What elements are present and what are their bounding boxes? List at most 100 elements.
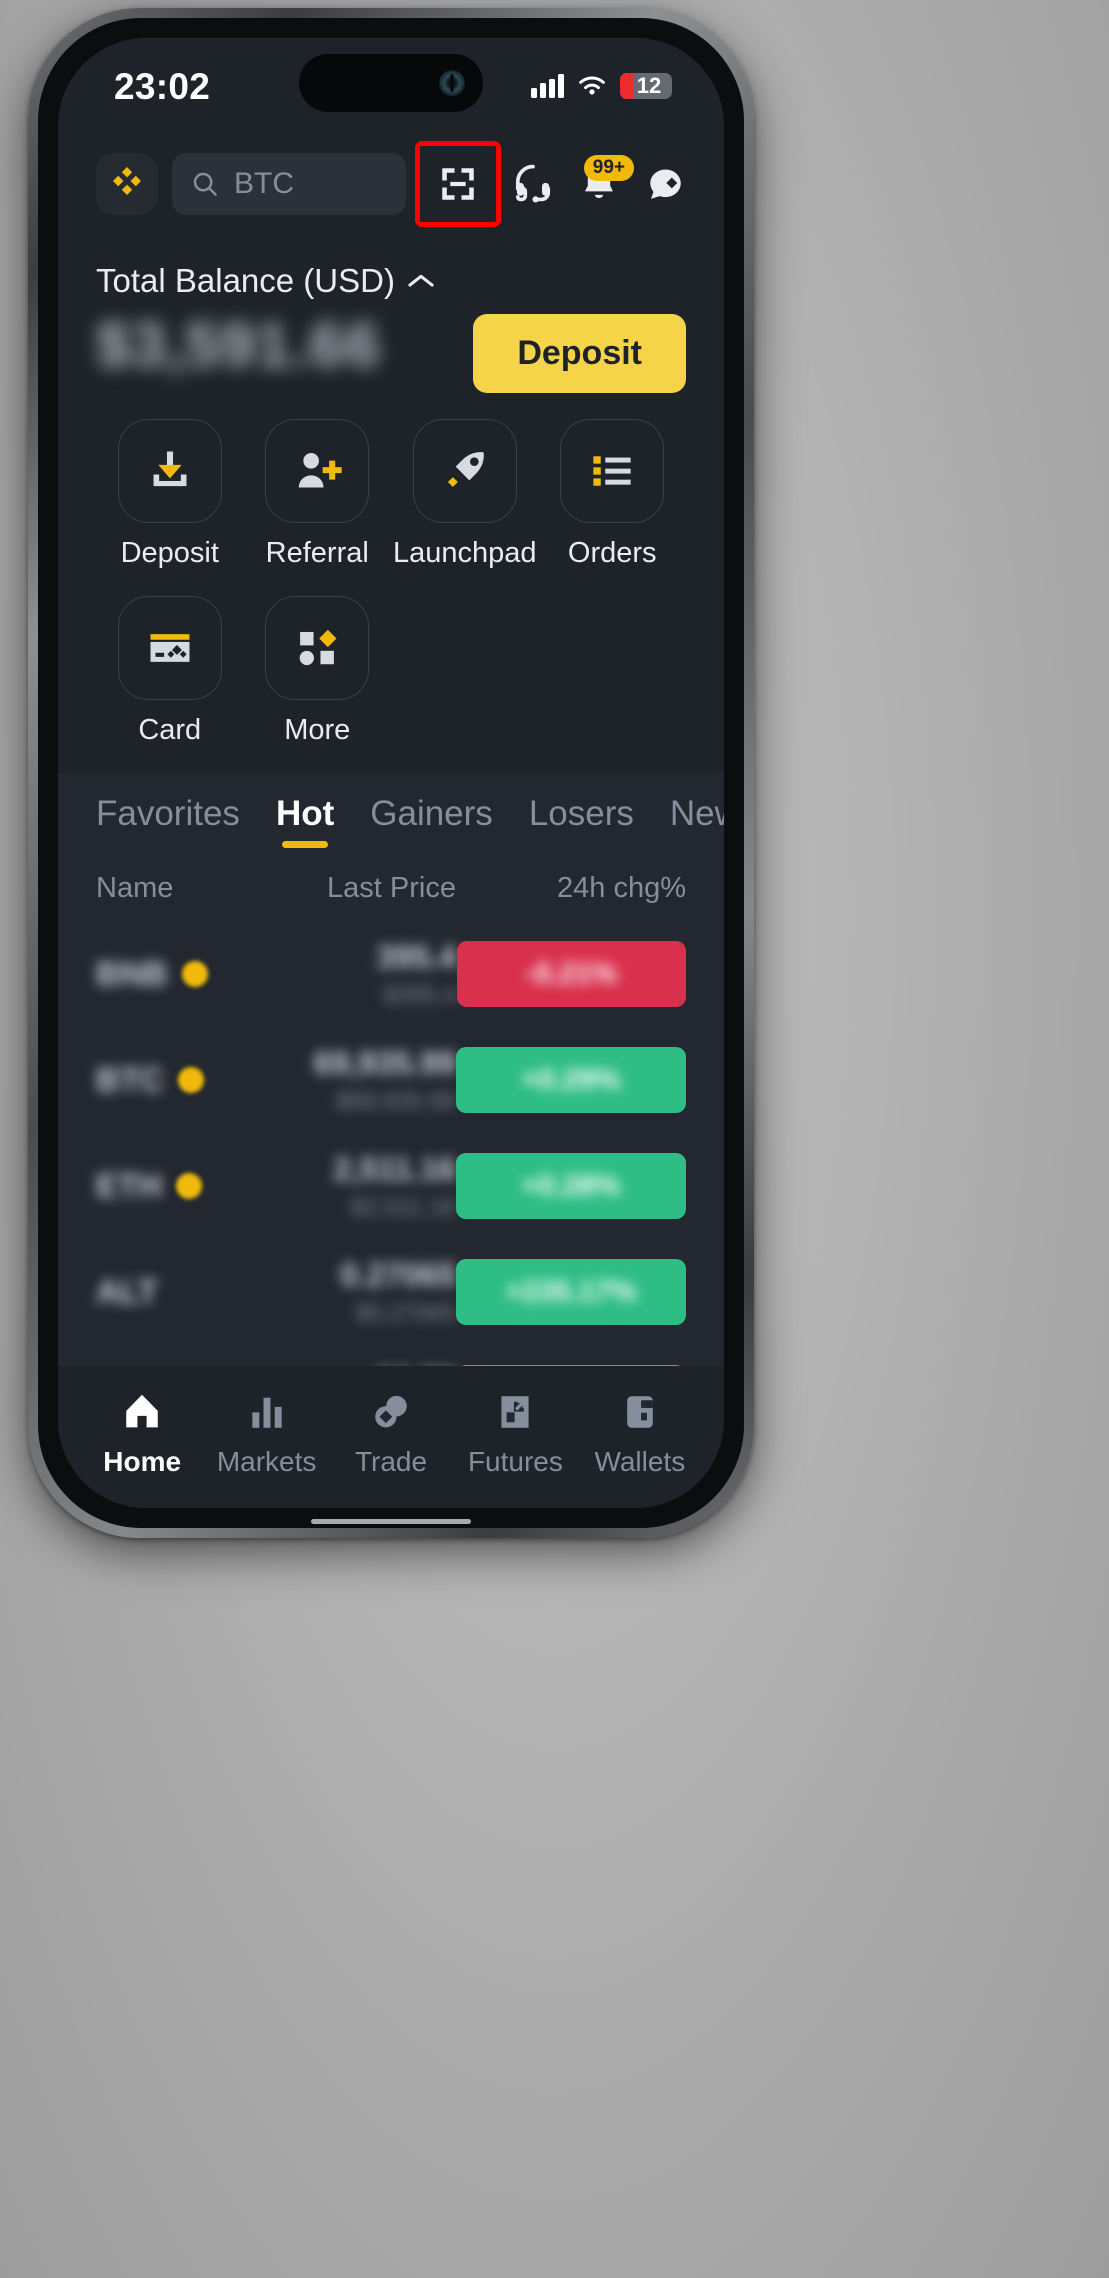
battery-level: 12	[636, 73, 662, 98]
scan-icon	[442, 168, 474, 200]
chevron-up-icon	[408, 274, 434, 287]
nav-item-trade[interactable]: Trade	[329, 1390, 453, 1478]
balance-amount: $3,591.66	[96, 311, 381, 380]
futures-icon	[501, 1396, 529, 1428]
quick-action-deposit[interactable]: Deposit	[96, 419, 244, 570]
market-rows: BNB 395.4 $395.4 -0.21% BTC 69,935.99 $6…	[58, 921, 724, 1366]
signal-icon	[531, 74, 564, 98]
row-price-cell: 0.27065 $0.27065	[206, 1257, 456, 1328]
binance-logo-icon[interactable]	[96, 153, 158, 215]
quick-action-label: Orders	[567, 537, 657, 569]
table-row[interactable]: BNB 395.4 $395.4 -0.21%	[58, 921, 724, 1027]
scan-button[interactable]	[415, 141, 501, 227]
credit-card-icon	[117, 596, 222, 700]
user-plus-icon	[265, 419, 370, 523]
balance-label: Total Balance (USD)	[96, 262, 395, 299]
row-change-value: +0.28%	[521, 1169, 621, 1202]
row-name-cell: ETH	[96, 1167, 206, 1205]
balance-label-row[interactable]: Total Balance (USD)	[96, 262, 686, 300]
tab-label: New Listings	[669, 794, 724, 834]
deposit-download-icon	[117, 419, 222, 523]
tab-losers[interactable]: Losers	[529, 794, 634, 850]
quick-action-label: Launchpad	[392, 537, 537, 569]
nav-item-futures[interactable]: Futures	[453, 1390, 577, 1478]
binance-app: 23:02 12 BTC 99+ Total Balance (USD) $3,…	[58, 38, 724, 1508]
coin-badge-icon	[181, 961, 208, 988]
tab-favorites[interactable]: Favorites	[96, 794, 240, 850]
deposit-button[interactable]: Deposit	[473, 314, 686, 393]
tab-label: Hot	[275, 794, 335, 834]
tab-label: Gainers	[370, 794, 493, 834]
phone-bezel: 23:02 12 BTC 99+ Total Balance (USD) $3,…	[38, 18, 744, 1528]
bottom-navigation: Home Markets Trade Futures Wallets	[58, 1366, 724, 1508]
row-name-cell: ALT	[96, 1273, 206, 1311]
row-last-price: 69,935.99	[313, 1044, 456, 1081]
nav-label: Futures	[467, 1446, 563, 1477]
row-name-cell: BTC	[96, 1061, 206, 1099]
status-bar: 23:02 12	[58, 38, 724, 130]
nav-label: Trade	[354, 1446, 428, 1477]
market-tabs: Favorites Hot Gainers Losers Ne	[58, 773, 724, 850]
row-name-cell: BNB	[96, 955, 208, 993]
status-indicators: 12	[531, 69, 672, 99]
list-orders-icon	[560, 419, 665, 523]
coin-badge-icon	[176, 1173, 202, 1200]
row-price-cell: 69,935.99 $69,935.99	[206, 1045, 456, 1116]
market-table-header: Name Last Price 24h chg%	[58, 850, 724, 921]
row-price-cell: 96.79 $96.79	[206, 1363, 456, 1366]
phone-device-frame: 23:02 12 BTC 99+ Total Balance (USD) $3,…	[28, 8, 754, 1538]
table-row[interactable]: BTC 69,935.99 $69,935.99 +0.29%	[58, 1027, 724, 1133]
balance-row: $3,591.66 Deposit	[96, 310, 686, 393]
nav-item-home[interactable]: Home	[80, 1390, 204, 1478]
notifications-button[interactable]: 99+	[570, 155, 634, 213]
header-actions: 99+	[415, 141, 694, 227]
phone-screen: 23:02 12 BTC 99+ Total Balance (USD) $3,…	[58, 38, 724, 1508]
tab-hot[interactable]: Hot	[276, 794, 334, 850]
row-change-badge: +235.17%	[456, 1259, 686, 1326]
nav-label: Home	[103, 1446, 182, 1477]
row-change-value: +0.29%	[521, 1063, 621, 1096]
row-change-badge: +0.29%	[456, 1047, 686, 1114]
tab-gainers[interactable]: Gainers	[370, 794, 493, 850]
nav-label: Markets	[216, 1446, 317, 1477]
trade-icon	[375, 1395, 407, 1428]
grid-shapes-icon	[265, 596, 370, 700]
home-icon	[126, 1394, 158, 1428]
quick-action-card[interactable]: Card	[96, 596, 244, 747]
row-price-cell: 2,511.16 $2,511.16	[206, 1151, 456, 1222]
column-header-name: Name	[96, 872, 174, 905]
row-symbol: BTC	[96, 1061, 164, 1099]
front-camera-icon	[439, 70, 465, 96]
tab-label: Losers	[528, 794, 634, 834]
quick-action-orders[interactable]: Orders	[539, 419, 687, 570]
market-section: Favorites Hot Gainers Losers Ne Name Las…	[58, 773, 724, 1366]
row-price-cell: 395.4 $395.4	[208, 939, 457, 1010]
tab-new-listings[interactable]: New Listings	[670, 794, 724, 850]
table-row[interactable]: ALT 0.27065 $0.27065 +235.17%	[58, 1239, 724, 1345]
quick-action-more[interactable]: More	[244, 596, 392, 747]
column-header-change: 24h chg%	[557, 872, 686, 905]
home-indicator	[311, 1519, 471, 1524]
nav-item-markets[interactable]: Markets	[204, 1390, 328, 1478]
quick-action-label: Deposit	[120, 537, 219, 569]
search-placeholder: BTC	[234, 167, 294, 200]
chat-button[interactable]	[636, 155, 694, 213]
quick-action-label: Referral	[265, 537, 369, 569]
quick-action-launchpad[interactable]: Launchpad	[391, 419, 539, 570]
nav-label: Wallets	[594, 1446, 686, 1477]
battery-icon: 12	[620, 73, 672, 99]
nav-item-wallets[interactable]: Wallets	[578, 1390, 702, 1478]
tab-label: Favorites	[96, 794, 240, 834]
table-row[interactable]: ETH 2,511.16 $2,511.16 +0.28%	[58, 1133, 724, 1239]
column-header-last-price: Last Price	[327, 872, 456, 905]
row-price-usd: $395.4	[383, 981, 457, 1009]
support-button[interactable]	[504, 155, 562, 213]
row-symbol: ALT	[96, 1273, 158, 1311]
quick-action-referral[interactable]: Referral	[244, 419, 392, 570]
status-clock: 23:02	[114, 66, 211, 107]
table-row[interactable]: SOL 96.79 $96.79 +0.26%	[58, 1345, 724, 1366]
wallet-icon	[626, 1396, 653, 1428]
app-header: BTC 99+	[58, 130, 724, 244]
search-input[interactable]: BTC	[172, 153, 406, 215]
row-change-badge: +0.28%	[456, 1153, 686, 1220]
